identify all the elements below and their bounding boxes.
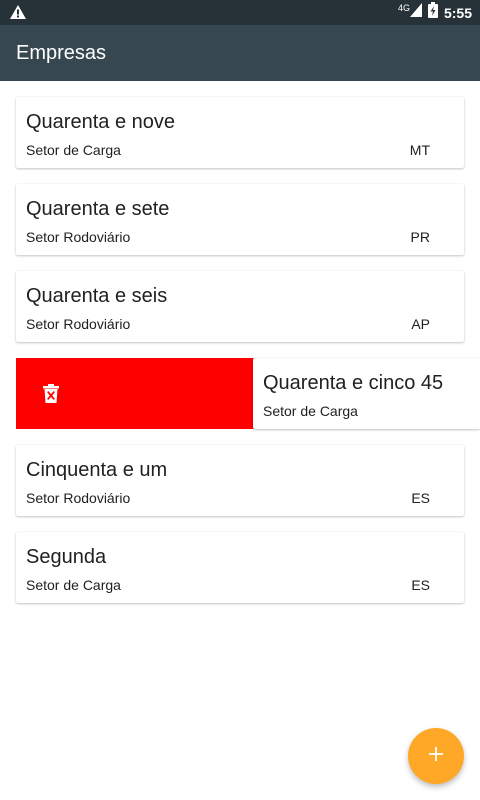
company-card[interactable]: Cinquenta e um Setor Rodoviário ES xyxy=(16,445,464,516)
company-name: Segunda xyxy=(26,546,107,568)
company-card-swiped[interactable]: Quarenta e cinco 45 Setor de Carga xyxy=(253,358,480,429)
company-name: Quarenta e cinco 45 xyxy=(263,372,444,394)
company-sector: Setor Rodoviário xyxy=(26,316,131,332)
company-sector: Setor de Carga xyxy=(263,403,358,419)
delete-background[interactable] xyxy=(16,358,256,429)
clock: 5:55 xyxy=(443,4,472,21)
company-state: AP xyxy=(411,316,430,332)
battery-charging-icon xyxy=(427,2,438,23)
add-company-button[interactable] xyxy=(408,728,464,784)
company-sector: Setor Rodoviário xyxy=(26,229,131,245)
company-name: Quarenta e seis xyxy=(26,285,168,307)
company-name: Cinquenta e um xyxy=(26,459,168,481)
app-bar: Empresas xyxy=(0,25,480,81)
company-state: PR xyxy=(410,229,430,245)
status-bar: 4G 5:55 xyxy=(0,0,480,25)
company-state: ES xyxy=(411,490,430,506)
company-card[interactable]: Segunda Setor de Carga ES xyxy=(16,532,464,603)
network-type: 4G xyxy=(397,2,410,13)
company-state: ES xyxy=(411,577,430,593)
company-sector: Setor de Carga xyxy=(26,142,121,158)
page-title: Empresas xyxy=(16,42,107,64)
company-name: Quarenta e sete xyxy=(26,198,170,220)
signal-icon xyxy=(409,3,422,22)
company-state: MT xyxy=(409,142,430,158)
warning-icon xyxy=(10,5,26,24)
company-name: Quarenta e nove xyxy=(26,111,175,133)
swipe-row[interactable]: Quarenta e cinco 45 Setor de Carga xyxy=(16,358,480,429)
company-sector: Setor Rodoviário xyxy=(26,490,131,506)
company-sector: Setor de Carga xyxy=(26,577,121,593)
company-card[interactable]: Quarenta e seis Setor Rodoviário AP xyxy=(16,271,464,342)
company-card[interactable]: Quarenta e sete Setor Rodoviário PR xyxy=(16,184,464,255)
trash-icon[interactable] xyxy=(43,384,59,408)
company-card[interactable]: Quarenta e nove Setor de Carga MT xyxy=(16,97,464,168)
add-icon xyxy=(429,746,443,766)
